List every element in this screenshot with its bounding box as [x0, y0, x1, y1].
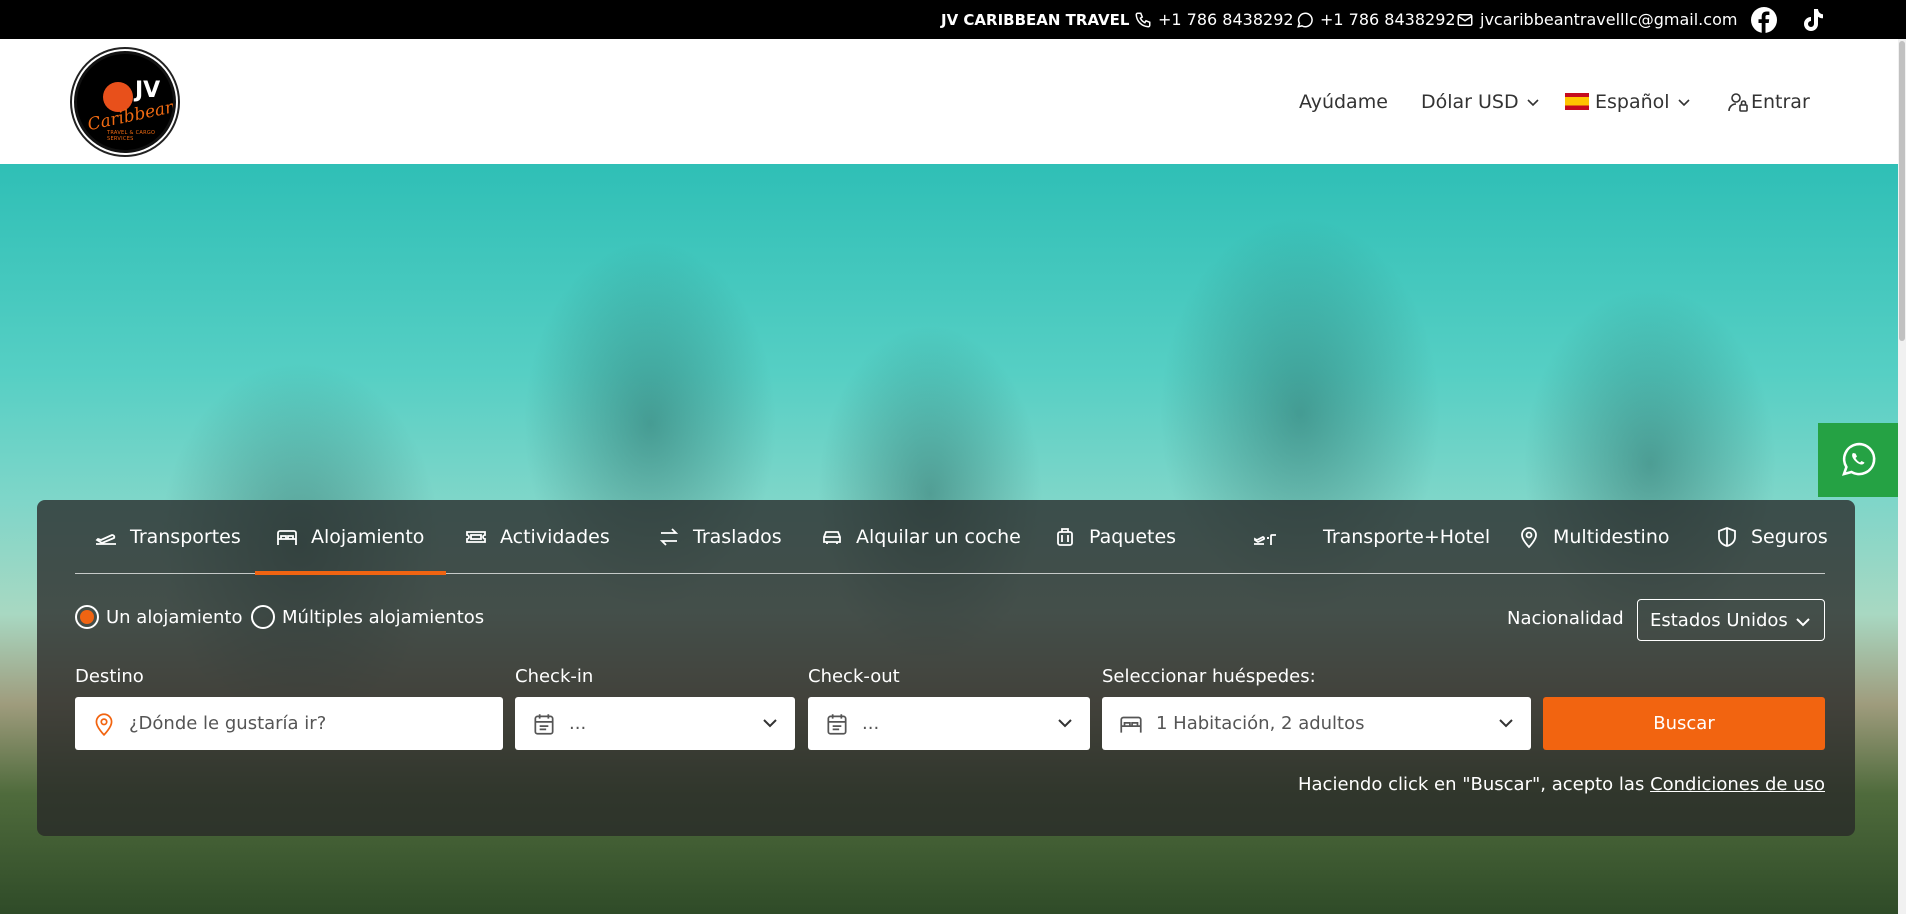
language-dropdown[interactable]: Español [1565, 39, 1691, 164]
guests-select[interactable]: 1 Habitación, 2 adultos [1102, 697, 1531, 750]
tiktok-link[interactable] [1798, 6, 1826, 34]
chevron-down-icon [1499, 719, 1513, 728]
tab-paquetes[interactable]: Paquetes [1053, 500, 1176, 574]
car-icon [823, 531, 841, 544]
tab-seguros[interactable]: Seguros [1715, 500, 1828, 574]
terms-link[interactable]: Condiciones de uso [1650, 774, 1825, 795]
radio-label: Múltiples alojamientos [282, 606, 485, 628]
tab-multidestino[interactable]: Multidestino [1517, 500, 1670, 574]
bed-icon [1120, 716, 1142, 733]
tiktok-icon [1804, 9, 1823, 31]
calendar-icon [827, 713, 847, 735]
facebook-link[interactable] [1750, 6, 1778, 34]
whatsapp-number: +1 786 8438292 [1320, 10, 1456, 29]
phone-number: +1 786 8438292 [1158, 10, 1294, 29]
whatsapp-link[interactable]: +1 786 8438292 [1296, 0, 1456, 39]
plane-icon [95, 534, 116, 545]
mail-icon [1457, 13, 1473, 26]
tab-label: Traslados [693, 526, 782, 548]
tab-transportes[interactable]: Transportes [94, 500, 241, 574]
email-address: jvcaribbeantravelllc@gmail.com [1480, 10, 1738, 29]
chevron-down-icon [1527, 98, 1539, 106]
checkin-label: Check-in [515, 666, 594, 687]
currency-label: Dólar USD [1421, 90, 1519, 113]
tab-label: Transporte+Hotel [1323, 526, 1491, 548]
tab-label: Multidestino [1553, 526, 1670, 548]
multiple-accommodation-radio[interactable]: Múltiples alojamientos [251, 605, 484, 629]
checkout-value: ... [862, 713, 880, 734]
checkout-label: Check-out [808, 666, 900, 687]
terms-text: Haciendo click en "Buscar", acepto las [1297, 774, 1651, 795]
tab-label: Transportes [130, 526, 241, 548]
chevron-down-icon [1796, 618, 1810, 627]
luggage-icon [1057, 528, 1073, 546]
guests-label: Seleccionar huéspedes: [1102, 666, 1316, 687]
destination-input[interactable]: ¿Dónde le gustaría ir? [75, 697, 503, 750]
login-link[interactable]: Entrar [1727, 39, 1810, 164]
radio-dot [75, 605, 99, 629]
destination-placeholder: ¿Dónde le gustaría ir? [129, 713, 327, 734]
shield-icon [1718, 527, 1736, 547]
chevron-down-icon [1058, 719, 1072, 728]
brand-name: JV CARIBBEAN TRAVEL [941, 10, 1130, 29]
tab-label: Actividades [500, 526, 610, 548]
tab-transporte-hotel[interactable]: Transporte+Hotel [1253, 500, 1490, 574]
search-panel: Transportes Alojamiento Actividades Tras… [37, 500, 1855, 836]
tab-label: Seguros [1751, 526, 1828, 548]
checkin-value: ... [569, 713, 587, 734]
whatsapp-icon [1841, 442, 1876, 476]
single-accommodation-radio[interactable]: Un alojamiento [75, 605, 242, 629]
checkin-date-field[interactable]: ... [515, 697, 795, 750]
terms-notice: Haciendo click en "Buscar", acepto las C… [1298, 774, 1825, 795]
tab-label: Alojamiento [311, 526, 425, 548]
ticket-icon [466, 531, 486, 543]
plane-bed-icon [1254, 534, 1276, 545]
checkout-date-field[interactable]: ... [808, 697, 1090, 750]
tab-alojamiento[interactable]: Alojamiento [254, 500, 447, 575]
guests-value: 1 Habitación, 2 adultos [1156, 713, 1365, 734]
login-label: Entrar [1751, 90, 1810, 113]
phone-link[interactable]: +1 786 8438292 [1134, 0, 1294, 39]
search-tabs: Transportes Alojamiento Actividades Tras… [75, 500, 1828, 575]
facebook-icon [1751, 7, 1777, 33]
help-link[interactable]: Ayúdame [1299, 39, 1388, 164]
spain-flag-icon [1565, 93, 1589, 110]
bed-icon [277, 530, 297, 545]
arrows-icon [659, 528, 679, 546]
search-button[interactable]: Buscar [1543, 697, 1825, 750]
help-label: Ayúdame [1299, 90, 1388, 113]
tab-actividades[interactable]: Actividades [464, 500, 610, 574]
nationality-select[interactable]: Estados Unidos [1637, 599, 1825, 641]
scrollbar-thumb[interactable] [1899, 41, 1905, 341]
whatsapp-float-button[interactable] [1818, 423, 1898, 497]
nationality-label: Nacionalidad [1507, 608, 1624, 629]
tab-traslados[interactable]: Traslados [657, 500, 782, 574]
tab-label: Alquilar un coche [856, 526, 1021, 548]
currency-dropdown[interactable]: Dólar USD [1421, 39, 1540, 164]
site-header: JV Caribbean TRAVEL & CARGO SERVICES Ayú… [0, 39, 1906, 164]
phone-icon [1135, 12, 1151, 28]
user-lock-icon [1728, 92, 1748, 112]
radio-label: Un alojamiento [106, 606, 243, 628]
radio-dot [251, 605, 275, 629]
tab-alquilar-coche[interactable]: Alquilar un coche [820, 500, 1021, 574]
email-link[interactable]: jvcaribbeantravelllc@gmail.com [1456, 0, 1737, 39]
top-contact-bar: JV CARIBBEAN TRAVEL +1 786 8438292 +1 78… [0, 0, 1906, 39]
whatsapp-icon [1297, 12, 1313, 28]
language-label: Español [1595, 90, 1670, 113]
site-logo[interactable]: JV Caribbean TRAVEL & CARGO SERVICES [74, 51, 176, 153]
logo-text: JV [135, 78, 161, 103]
calendar-icon [534, 713, 554, 735]
chevron-down-icon [763, 719, 777, 728]
location-pin-icon [95, 712, 113, 736]
chevron-down-icon [1677, 98, 1690, 106]
logo-tagline: TRAVEL & CARGO SERVICES [107, 130, 156, 142]
tab-label: Paquetes [1089, 526, 1177, 548]
destination-label: Destino [75, 666, 144, 687]
nationality-value: Estados Unidos [1650, 609, 1788, 631]
page-scrollbar[interactable] [1898, 39, 1906, 914]
pin-icon [1521, 527, 1537, 549]
